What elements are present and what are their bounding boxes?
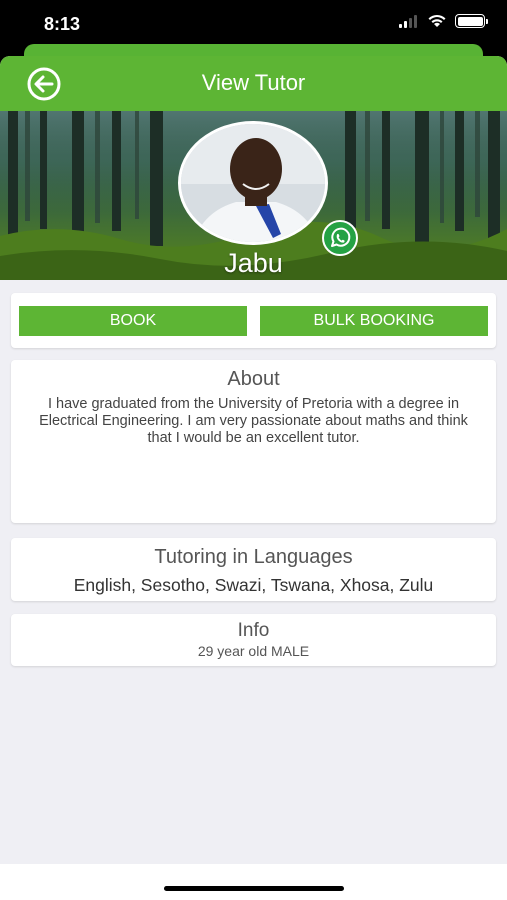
profile-header: Jabu — [0, 111, 507, 280]
info-heading: Info — [237, 620, 270, 641]
about-heading: About — [227, 368, 280, 390]
languages-heading: Tutoring in Languages — [154, 546, 353, 568]
avatar — [178, 121, 328, 245]
booking-actions-card: BOOK BULK BOOKING — [11, 293, 496, 348]
languages-card: Tutoring in Languages English, Sesotho, … — [11, 538, 496, 601]
view-tutor-screen: View Tutor Jabu BOOK BULK BOOKING About … — [0, 56, 507, 900]
signal-icon — [399, 15, 417, 28]
battery-icon — [455, 14, 488, 28]
languages-list: English, Sesotho, Swazi, Tswana, Xhosa, … — [73, 575, 434, 595]
about-text: I have graduated from the University of … — [39, 396, 468, 446]
status-bar: 8:13 — [0, 0, 507, 48]
nav-bar: View Tutor — [0, 56, 507, 111]
book-button[interactable]: BOOK — [19, 306, 247, 336]
about-card: About I have graduated from the Universi… — [11, 360, 496, 523]
info-card: Info 29 year old MALE — [11, 614, 496, 666]
bulk-booking-button[interactable]: BULK BOOKING — [260, 306, 488, 336]
bottom-bar — [0, 864, 507, 900]
page-title: View Tutor — [201, 70, 306, 95]
status-icons — [399, 14, 488, 28]
info-details: 29 year old MALE — [197, 643, 310, 659]
status-time: 8:13 — [44, 14, 81, 34]
wifi-icon — [428, 14, 446, 27]
tutor-name: Jabu — [224, 248, 283, 278]
home-indicator[interactable] — [164, 886, 344, 891]
